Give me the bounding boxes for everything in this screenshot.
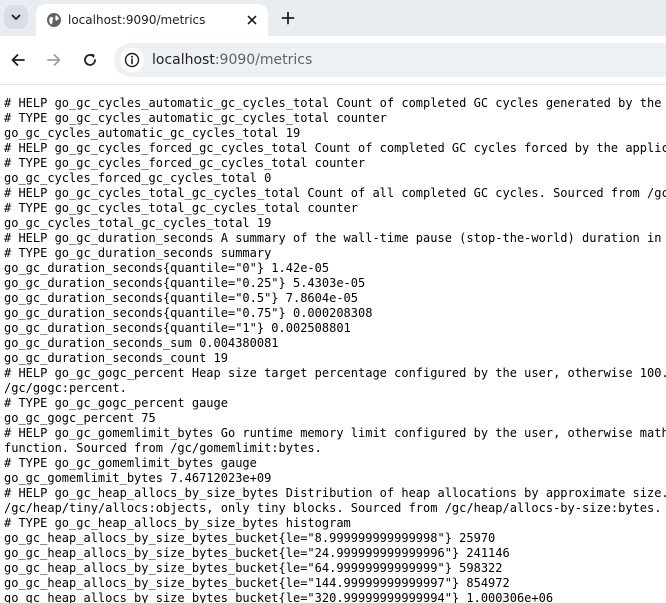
new-tab-button[interactable] — [276, 6, 300, 30]
address-bar[interactable]: localhost:9090/metrics — [114, 43, 666, 77]
metrics-line: # HELP go_gc_gogc_percent Heap size targ… — [4, 366, 666, 380]
site-info-icon — [124, 52, 140, 68]
back-arrow-icon — [11, 54, 25, 66]
metrics-line: go_gc_duration_seconds{quantile="0"} 1.4… — [4, 261, 330, 275]
metrics-line: go_gc_duration_seconds_sum 0.004380081 — [4, 336, 279, 350]
metrics-line: go_gc_heap_allocs_by_size_bytes_bucket{l… — [4, 546, 510, 560]
metrics-line: # HELP go_gc_heap_allocs_by_size_bytes D… — [4, 486, 666, 500]
metrics-line: /gc/heap/tiny/allocs:objects, only tiny … — [4, 501, 662, 515]
metrics-line: go_gc_cycles_automatic_gc_cycles_total 1… — [4, 126, 301, 140]
metrics-line: go_gc_cycles_forced_gc_cycles_total 0 — [4, 171, 272, 185]
close-icon — [247, 15, 257, 25]
tab-strip: localhost:9090/metrics — [0, 0, 666, 36]
metrics-line: go_gc_gomemlimit_bytes 7.46712023e+09 — [4, 471, 272, 485]
plus-icon — [281, 11, 295, 25]
metrics-line: # HELP go_gc_cycles_forced_gc_cycles_tot… — [4, 141, 666, 155]
page-content: # HELP go_gc_cycles_automatic_gc_cycles_… — [0, 85, 666, 603]
metrics-line: # TYPE go_gc_cycles_total_gc_cycles_tota… — [4, 201, 359, 215]
metrics-line: go_gc_heap_allocs_by_size_bytes_bucket{l… — [4, 591, 554, 603]
metrics-line: go_gc_duration_seconds{quantile="0.75"} … — [4, 306, 373, 320]
metrics-line: # TYPE go_gc_gomemlimit_bytes gauge — [4, 456, 257, 470]
metrics-line: go_gc_duration_seconds_count 19 — [4, 351, 228, 365]
reload-button[interactable] — [78, 48, 102, 72]
site-info-button[interactable] — [120, 48, 144, 72]
url-text: localhost:9090/metrics — [152, 52, 312, 68]
metrics-line: go_gc_gogc_percent 75 — [4, 411, 156, 425]
metrics-line: # HELP go_gc_gomemlimit_bytes Go runtime… — [4, 426, 666, 440]
forward-button[interactable] — [42, 48, 66, 72]
metrics-line: go_gc_heap_allocs_by_size_bytes_bucket{l… — [4, 576, 510, 590]
forward-arrow-icon — [47, 54, 61, 66]
metrics-line: go_gc_duration_seconds{quantile="0.25"} … — [4, 276, 366, 290]
metrics-line: # HELP go_gc_duration_seconds A summary … — [4, 231, 666, 245]
metrics-line: function. Sourced from /gc/gomemlimit:by… — [4, 441, 322, 455]
metrics-line: # HELP go_gc_cycles_automatic_gc_cycles_… — [4, 96, 666, 110]
metrics-line: go_gc_cycles_total_gc_cycles_total 19 — [4, 216, 272, 230]
metrics-line: go_gc_duration_seconds{quantile="0.5"} 7… — [4, 291, 359, 305]
metrics-line: # HELP go_gc_cycles_total_gc_cycles_tota… — [4, 186, 666, 200]
tab-active[interactable]: localhost:9090/metrics — [36, 4, 268, 36]
chevron-down-icon — [11, 14, 21, 20]
metrics-line: go_gc_heap_allocs_by_size_bytes_bucket{l… — [4, 531, 496, 545]
metrics-line: # TYPE go_gc_duration_seconds summary — [4, 246, 272, 260]
browser-window: localhost:9090/metrics localhost:9090/me… — [0, 0, 666, 603]
toolbar: localhost:9090/metrics — [0, 36, 666, 85]
metrics-line: # TYPE go_gc_heap_allocs_by_size_bytes h… — [4, 516, 351, 530]
metrics-line: # TYPE go_gc_cycles_forced_gc_cycles_tot… — [4, 156, 366, 170]
metrics-line: go_gc_duration_seconds{quantile="1"} 0.0… — [4, 321, 351, 335]
metrics-line: go_gc_heap_allocs_by_size_bytes_bucket{l… — [4, 561, 503, 575]
tab-title: localhost:9090/metrics — [68, 13, 206, 27]
metrics-line: # TYPE go_gc_gogc_percent gauge — [4, 396, 228, 410]
url-host: localhost — [152, 52, 215, 68]
reload-icon — [84, 53, 96, 66]
metrics-line: /gc/gogc:percent. — [4, 381, 127, 395]
metrics-text: # HELP go_gc_cycles_automatic_gc_cycles_… — [0, 85, 666, 603]
metrics-line: # TYPE go_gc_cycles_automatic_gc_cycles_… — [4, 111, 387, 125]
tab-search-button[interactable] — [4, 5, 28, 29]
tab-close-button[interactable] — [244, 12, 260, 28]
url-path: :9090/metrics — [214, 52, 313, 68]
globe-icon — [47, 13, 61, 27]
back-button[interactable] — [6, 48, 30, 72]
